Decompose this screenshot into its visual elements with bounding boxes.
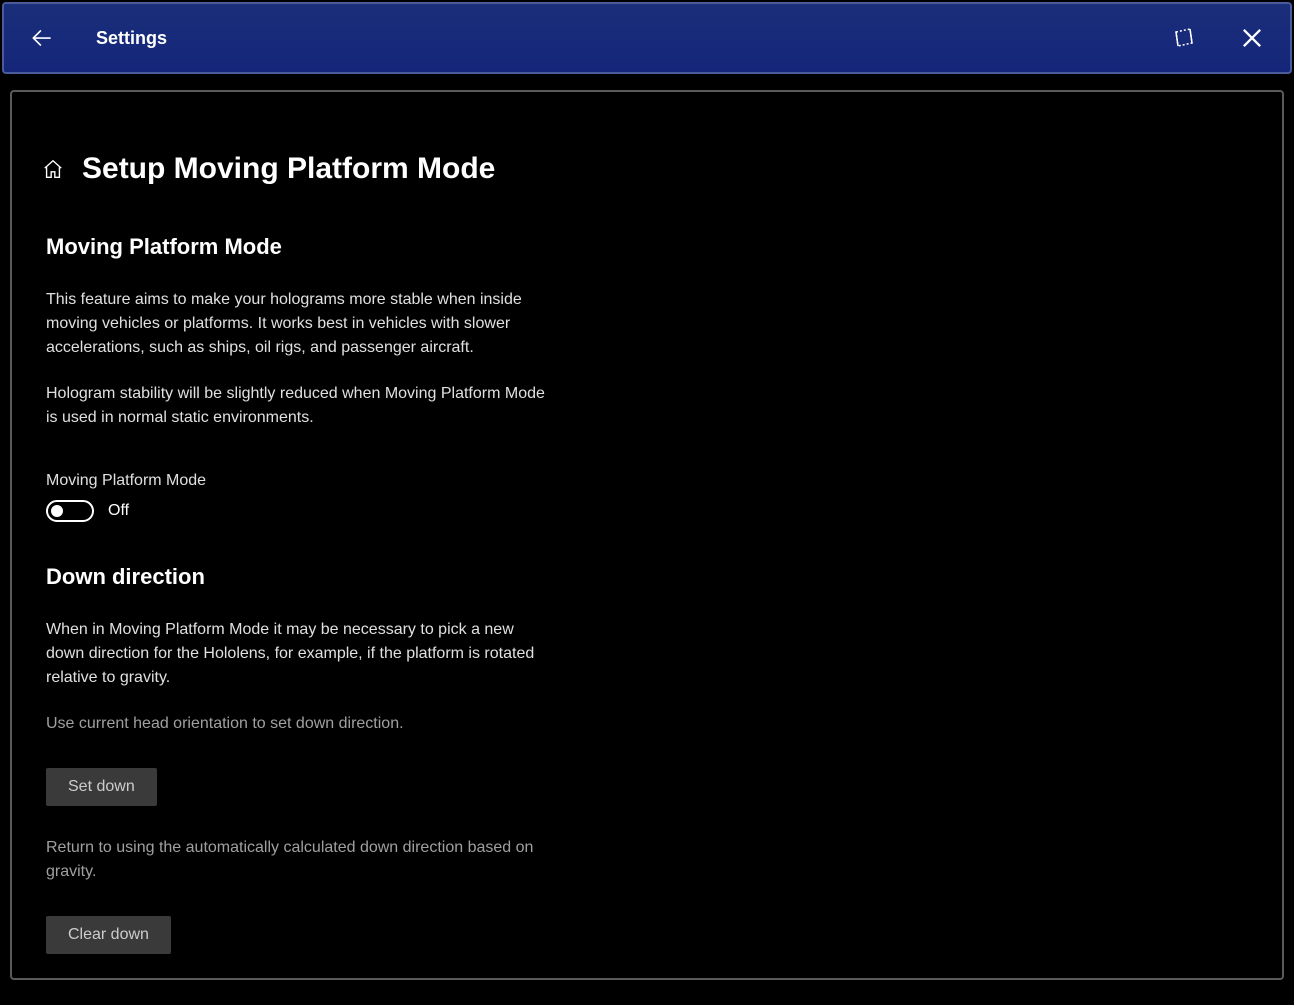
- mpm-description-1: This feature aims to make your holograms…: [46, 288, 546, 360]
- down-description-2: Use current head orientation to set down…: [46, 712, 546, 736]
- section-down-direction: Down direction When in Moving Platform M…: [42, 564, 1252, 984]
- follow-me-icon: [1170, 24, 1198, 52]
- close-button[interactable]: [1238, 24, 1266, 52]
- titlebar: Settings: [2, 2, 1292, 74]
- mpm-toggle[interactable]: [46, 500, 94, 522]
- section-title-mpm: Moving Platform Mode: [46, 234, 1252, 260]
- section-title-down: Down direction: [46, 564, 1252, 590]
- follow-me-button[interactable]: [1170, 24, 1198, 52]
- toggle-knob: [51, 505, 63, 517]
- home-button[interactable]: [42, 158, 64, 180]
- titlebar-right: [1170, 24, 1266, 52]
- mpm-description-2: Hologram stability will be slightly redu…: [46, 382, 546, 430]
- mpm-toggle-state: Off: [108, 502, 129, 520]
- clear-down-button[interactable]: Clear down: [46, 916, 171, 954]
- down-description-1: When in Moving Platform Mode it may be n…: [46, 618, 546, 690]
- mpm-toggle-row: Off: [46, 500, 1252, 522]
- titlebar-left: Settings: [28, 24, 167, 52]
- titlebar-title: Settings: [96, 28, 167, 49]
- back-arrow-icon: [29, 25, 55, 51]
- set-down-button[interactable]: Set down: [46, 768, 157, 806]
- content-frame: Setup Moving Platform Mode Moving Platfo…: [10, 90, 1284, 980]
- section-moving-platform-mode: Moving Platform Mode This feature aims t…: [42, 234, 1252, 522]
- close-icon: [1238, 24, 1266, 52]
- home-icon: [42, 158, 64, 180]
- mpm-toggle-label: Moving Platform Mode: [46, 472, 1252, 490]
- back-button[interactable]: [28, 24, 56, 52]
- down-description-3: Return to using the automatically calcul…: [46, 836, 546, 884]
- page-title: Setup Moving Platform Mode: [82, 152, 495, 186]
- page-header: Setup Moving Platform Mode: [42, 152, 1252, 186]
